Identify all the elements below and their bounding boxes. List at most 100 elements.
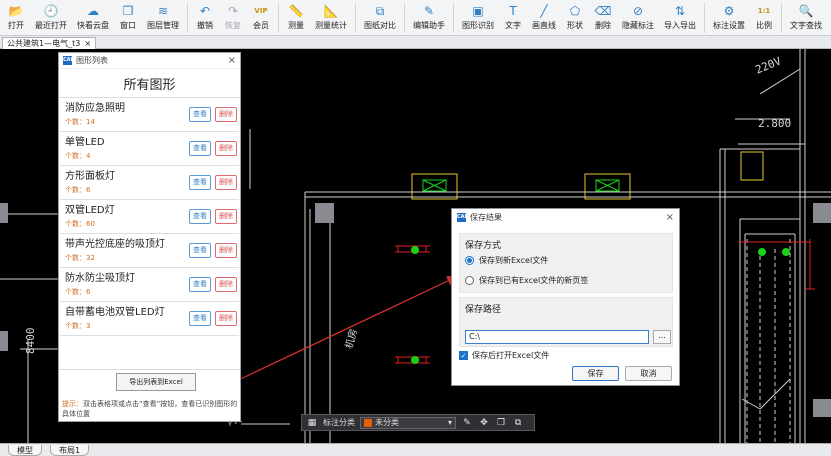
tab-layout1[interactable]: 布局1 bbox=[50, 445, 90, 456]
open-after-save-checkbox[interactable]: ✓ 保存后打开Excel文件 bbox=[459, 350, 549, 361]
toolbar-button-eraser[interactable]: ⌫ 删除 bbox=[589, 0, 617, 36]
shape-name: 防水防尘吸顶灯 bbox=[65, 273, 135, 284]
toolbar-button-shape-recognition[interactable]: ▣ 图形识别 bbox=[457, 0, 499, 36]
app-logo-icon: CAD bbox=[457, 213, 469, 222]
toolbar-button-edit-assistant[interactable]: ✎ 编辑助手 bbox=[408, 0, 450, 36]
toolbar-button-vip[interactable]: VIP 会员 bbox=[247, 0, 275, 36]
toolbar-button-undo[interactable]: ↶ 撤销 bbox=[191, 0, 219, 36]
tab-model[interactable]: 模型 bbox=[8, 445, 42, 456]
panel-heading: 所有图形 bbox=[59, 69, 240, 98]
toolbar-button-label: 快看云盘 bbox=[77, 21, 109, 30]
import-export-icon: ⇅ bbox=[674, 4, 686, 18]
shape-list-item[interactable]: 消防应急照明 个数：14 查看 删除 bbox=[60, 98, 239, 132]
toolbar-button-folder-open[interactable]: 📂 打开 bbox=[2, 0, 30, 36]
toolbar-button-scale[interactable]: 1:1 比例 bbox=[750, 0, 778, 36]
toolbar-separator bbox=[187, 3, 188, 33]
panel-titlebar[interactable]: CAD 图形列表 × bbox=[59, 53, 240, 69]
toolbar-button-compare[interactable]: ⧉ 图纸对比 bbox=[359, 0, 401, 36]
delete-button[interactable]: 删除 bbox=[215, 209, 237, 224]
delete-button[interactable]: 删除 bbox=[215, 141, 237, 156]
radio-save-existing[interactable]: 保存到已有Excel文件的新页签 bbox=[465, 275, 588, 286]
shape-list-item[interactable]: 单管LED 个数：4 查看 删除 bbox=[60, 132, 239, 166]
delete-button[interactable]: 删除 bbox=[215, 243, 237, 258]
view-button[interactable]: 查看 bbox=[189, 311, 211, 326]
view-button[interactable]: 查看 bbox=[189, 243, 211, 258]
toolbar-button-label: 隐藏标注 bbox=[622, 21, 654, 30]
document-tab[interactable]: 公共建筑1—电气_t3 × bbox=[2, 37, 97, 49]
edit-icon[interactable]: ✎ bbox=[461, 417, 473, 429]
view-button[interactable]: 查看 bbox=[189, 277, 211, 292]
count-value: 6 bbox=[86, 288, 91, 296]
category-dropdown[interactable]: 未分类 ▾ bbox=[360, 416, 456, 429]
shape-list: 消防应急照明 个数：14 查看 删除 单管LED 个数：4 查看 删除 方形面板灯 个数：6 查看删… bbox=[59, 98, 240, 336]
view-button[interactable]: 查看 bbox=[189, 175, 211, 190]
close-icon[interactable]: × bbox=[228, 55, 236, 66]
toolbar-button-window[interactable]: ❐ 窗口 bbox=[114, 0, 142, 36]
move-icon[interactable]: ✥ bbox=[478, 417, 490, 429]
delete-button[interactable]: 删除 bbox=[215, 277, 237, 292]
radio-save-new[interactable]: 保存到新Excel文件 bbox=[465, 255, 548, 266]
toolbar-button-line[interactable]: ╱ 画直线 bbox=[527, 0, 561, 36]
browse-button[interactable]: ... bbox=[653, 330, 671, 344]
hint-prefix: 提示： bbox=[62, 400, 83, 408]
toolbar-separator bbox=[404, 3, 405, 33]
toolbar-button-history[interactable]: 🕘 最近打开 bbox=[30, 0, 72, 36]
shape-list-item[interactable]: 双管LED灯 个数：60 查看 删除 bbox=[60, 200, 239, 234]
grid-icon[interactable]: ▦ bbox=[306, 417, 318, 429]
line-icon: ╱ bbox=[540, 4, 548, 18]
toolbar-button-label: 删除 bbox=[595, 21, 611, 30]
paste-icon[interactable]: ⧉ bbox=[512, 417, 524, 429]
toolbar-button-measure[interactable]: 📏 测量 bbox=[282, 0, 310, 36]
toolbar-button-shape[interactable]: ⬠ 形状 bbox=[561, 0, 589, 36]
shape-list-item[interactable]: 防水防尘吸顶灯 个数：6 查看 删除 bbox=[60, 268, 239, 302]
measure-stats-icon: 📐 bbox=[323, 4, 339, 18]
toolbar-button-redo[interactable]: ↷ 恢复 bbox=[219, 0, 247, 36]
save-path-group: 保存路径 C:\ ... bbox=[459, 297, 673, 347]
close-icon[interactable]: × bbox=[666, 212, 674, 223]
checkbox-box[interactable]: ✓ bbox=[459, 351, 468, 360]
layout-tab-bar: 模型 布局1 bbox=[0, 443, 831, 456]
shape-count: 个数：6 bbox=[65, 185, 239, 195]
view-button[interactable]: 查看 bbox=[189, 141, 211, 156]
toolbar-button-label: 窗口 bbox=[120, 21, 136, 30]
view-button[interactable]: 查看 bbox=[189, 107, 211, 122]
toolbar-button-text-search[interactable]: 🔍 文字查找 bbox=[785, 0, 827, 36]
view-button[interactable]: 查看 bbox=[189, 209, 211, 224]
measure-icon: 📏 bbox=[288, 4, 304, 18]
radio-button[interactable] bbox=[465, 256, 474, 265]
count-value: 3 bbox=[86, 322, 91, 330]
toolbar-button-hide-annotation[interactable]: ⊘ 隐藏标注 bbox=[617, 0, 659, 36]
shape-list-item[interactable]: 自带蓄电池双管LED灯 个数：3 查看 删除 bbox=[60, 302, 239, 336]
delete-button[interactable]: 删除 bbox=[215, 107, 237, 122]
count-prefix: 个数： bbox=[65, 220, 86, 228]
shape-name: 方形面板灯 bbox=[65, 171, 115, 182]
close-icon[interactable]: × bbox=[84, 38, 91, 49]
delete-button[interactable]: 删除 bbox=[215, 311, 237, 326]
toolbar-separator bbox=[704, 3, 705, 33]
folder-open-icon: 📂 bbox=[8, 4, 24, 18]
toolbar-button-label: 最近打开 bbox=[35, 21, 67, 30]
toolbar-button-label: 文字 bbox=[505, 21, 521, 30]
document-tab-label: 公共建筑1—电气_t3 bbox=[7, 39, 81, 48]
copy-icon[interactable]: ❐ bbox=[495, 417, 507, 429]
shape-list-item[interactable]: 带声光控底座的吸顶灯 个数：32 查看 删除 bbox=[60, 234, 239, 268]
toolbar-button-import-export[interactable]: ⇅ 导入导出 bbox=[659, 0, 701, 36]
panel-window-title: 图形列表 bbox=[76, 56, 108, 65]
toolbar-button-annotation-settings[interactable]: ⚙ 标注设置 bbox=[708, 0, 750, 36]
toolbar-button-text[interactable]: T 文字 bbox=[499, 0, 527, 36]
save-button[interactable]: 保存 bbox=[572, 366, 619, 381]
radio-button[interactable] bbox=[465, 276, 474, 285]
toolbar-button-label: 比例 bbox=[756, 21, 772, 30]
toolbar-button-layers[interactable]: ≋ 图层管理 bbox=[142, 0, 184, 36]
toolbar-button-measure-stats[interactable]: 📐 测量统计 bbox=[310, 0, 352, 36]
export-excel-button[interactable]: 导出列表到Excel bbox=[116, 373, 196, 391]
count-prefix: 个数： bbox=[65, 118, 86, 126]
count-value: 60 bbox=[86, 220, 95, 228]
dialog-titlebar[interactable]: CAD 保存结果 × bbox=[452, 209, 679, 226]
save-path-input[interactable]: C:\ bbox=[465, 330, 649, 344]
shape-list-item[interactable]: 方形面板灯个数：6 查看 删除 bbox=[60, 166, 239, 200]
toolbar-button-cloud[interactable]: ☁ 快看云盘 bbox=[72, 0, 114, 36]
shape-count: 个数：32 bbox=[65, 253, 239, 263]
delete-button[interactable]: 删除 bbox=[215, 175, 237, 190]
cancel-button[interactable]: 取消 bbox=[625, 366, 672, 381]
